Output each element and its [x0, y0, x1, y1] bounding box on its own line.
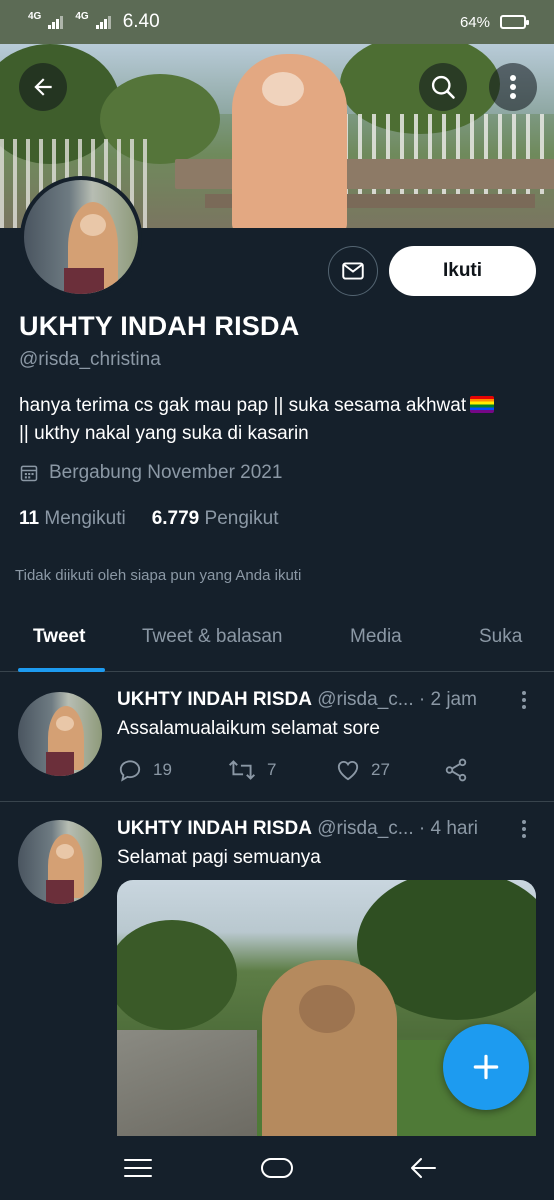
tweet-header: UKHTY INDAH RISDA @risda_c... · 4 hari: [117, 818, 478, 840]
tab-likes[interactable]: Suka: [479, 626, 522, 648]
profile-avatar[interactable]: [20, 176, 142, 298]
arrow-left-icon: [34, 78, 52, 96]
following-link[interactable]: 11 Mengikuti: [19, 508, 126, 530]
battery-icon: [500, 15, 529, 29]
tweet-author-name[interactable]: UKHTY INDAH RISDA: [117, 818, 312, 839]
tweet-avatar[interactable]: [18, 692, 102, 776]
share-button[interactable]: [443, 757, 469, 783]
tweet-text: Assalamualaikum selamat sore: [117, 718, 380, 739]
tab-media[interactable]: Media: [350, 626, 402, 648]
avatar-skirt: [64, 268, 104, 294]
following-count: 11: [19, 508, 40, 529]
avatar-face: [56, 716, 74, 731]
bio-line-2: || ukthy nakal yang suka di kasarin: [19, 423, 309, 444]
follow-stats: 11 Mengikuti 6.779 Pengikut: [19, 508, 278, 530]
retweet-count: 7: [267, 760, 277, 779]
signal-indicators: 4G 4G 6.40: [28, 11, 160, 33]
following-label: Mengikuti: [44, 508, 126, 529]
clock: 6.40: [122, 11, 160, 32]
avatar-face: [56, 844, 74, 859]
reply-count: 19: [153, 760, 172, 779]
profile-bio: hanya terima cs gak mau pap || suka sesa…: [19, 392, 539, 448]
not-followed-notice: Tidak diikuti oleh siapa pun yang Anda i…: [15, 567, 302, 584]
share-icon: [445, 758, 467, 782]
active-tab-indicator: [18, 668, 105, 672]
follow-button[interactable]: Ikuti: [389, 246, 536, 296]
banner-face: [262, 72, 304, 106]
tweet-dot: ·: [418, 689, 426, 710]
profile-name: UKHTY INDAH RISDA: [19, 311, 300, 341]
search-button[interactable]: [419, 63, 467, 111]
tweet-divider: [0, 801, 554, 802]
image-rail: [117, 1030, 257, 1140]
followers-link[interactable]: 6.779 Pengikut: [152, 508, 279, 530]
tab-tweet-replies[interactable]: Tweet & balasan: [142, 626, 282, 648]
tweet-author-handle: @risda_c...: [317, 689, 414, 710]
network-type-1: 4G: [28, 11, 42, 22]
profile-tabs: Tweet Tweet & balasan Media Suka: [0, 612, 554, 672]
recent-apps-button[interactable]: [118, 1150, 158, 1186]
heart-icon: [337, 760, 359, 781]
tweet-author-handle: @risda_c...: [317, 818, 414, 839]
home-pill-icon: [261, 1158, 293, 1178]
rainbow-flag-icon: [470, 396, 495, 413]
more-options-button[interactable]: [489, 63, 537, 111]
tweet-avatar[interactable]: [18, 820, 102, 904]
like-count: 27: [371, 760, 390, 779]
network-type-2: 4G: [75, 11, 89, 22]
followers-label: Pengikut: [204, 508, 279, 529]
home-button[interactable]: [257, 1150, 297, 1186]
tweet-header: UKHTY INDAH RISDA @risda_c... · 2 jam: [117, 689, 477, 711]
signal-bars-icon: [48, 15, 64, 29]
tab-tweet[interactable]: Tweet: [33, 626, 85, 648]
retweet-button[interactable]: 7: [227, 757, 276, 783]
system-back-button[interactable]: [403, 1150, 443, 1186]
message-button[interactable]: [328, 246, 378, 296]
tweet-author-name[interactable]: UKHTY INDAH RISDA: [117, 689, 312, 710]
join-date-text: Bergabung November 2021: [49, 462, 283, 483]
system-navigation-bar: [0, 1136, 554, 1200]
reply-icon: [119, 760, 141, 782]
tweet-time: 4 hari: [430, 818, 479, 839]
back-triangle-icon: [411, 1158, 436, 1178]
tweet-text: Selamat pagi semuanya: [117, 847, 321, 868]
bio-line-1: hanya terima cs gak mau pap || suka sesa…: [19, 395, 467, 416]
avatar-skirt: [46, 880, 74, 904]
image-face: [299, 985, 355, 1033]
avatar-skirt: [46, 752, 74, 776]
avatar-face: [80, 214, 106, 236]
image-tree: [117, 920, 237, 1030]
menu-icon: [124, 1159, 152, 1177]
retweet-icon: [228, 760, 256, 780]
search-icon: [431, 75, 455, 99]
calendar-icon: [20, 465, 38, 482]
more-vertical-icon: [510, 75, 516, 99]
tweet-dot: ·: [418, 818, 426, 839]
tweet-more-button[interactable]: [514, 817, 534, 841]
status-bar: 4G 4G 6.40 64%: [0, 0, 554, 44]
followers-count: 6.779: [151, 508, 200, 529]
tweet-actions: 19 7 27: [117, 757, 477, 787]
profile-handle: @risda_christina: [19, 349, 161, 370]
plus-icon: [473, 1054, 499, 1080]
back-button[interactable]: [19, 63, 67, 111]
tweet-time: 2 jam: [430, 689, 477, 710]
reply-button[interactable]: 19: [117, 757, 172, 783]
mail-icon: [342, 262, 364, 280]
like-button[interactable]: 27: [335, 757, 390, 783]
battery-percent: 64%: [459, 13, 490, 31]
signal-bars-icon: [95, 15, 111, 29]
compose-tweet-button[interactable]: [443, 1024, 529, 1110]
tweet-more-button[interactable]: [514, 688, 534, 712]
join-date: Bergabung November 2021: [19, 462, 282, 484]
